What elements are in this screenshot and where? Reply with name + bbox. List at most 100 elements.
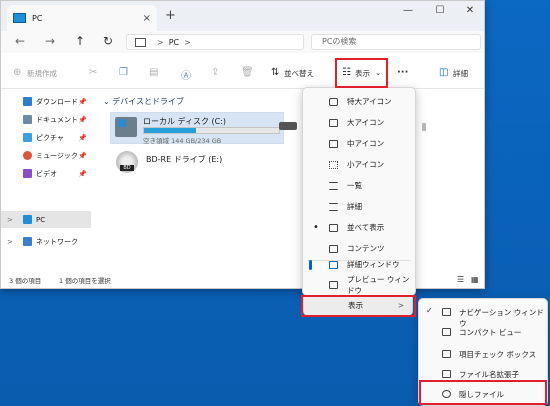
submenu-item-label: 項目チェック ボックス (459, 350, 537, 359)
menu-item-label: 大アイコン (347, 118, 385, 127)
submenu-item-label: ファイル名拡張子 (459, 370, 519, 379)
network-icon (23, 237, 32, 246)
rename-icon[interactable]: Ⓐ (181, 67, 191, 82)
submenu-item-compact-view[interactable]: コンパクト ビュー (419, 321, 547, 343)
delete-icon[interactable]: 🗑 (241, 67, 254, 78)
menu-item-details[interactable]: 詳細 (303, 196, 415, 217)
details-icon (329, 202, 338, 211)
checkbox-icon (442, 350, 451, 358)
copy-icon[interactable]: ❐ (119, 67, 128, 78)
new-tab-button[interactable]: + (165, 8, 176, 23)
more-options-icon[interactable]: ··· (397, 67, 408, 78)
sidebar-item-pictures[interactable]: ピクチャ 📌 (1, 129, 91, 146)
menu-item-label: 表示 (348, 301, 363, 310)
sidebar-item-label: ダウンロード (36, 97, 78, 106)
preview-pane-icon (329, 280, 338, 289)
sort-button-label[interactable]: 並べ替え (284, 68, 314, 79)
menu-item-show[interactable]: 表示 > (303, 296, 413, 316)
menu-item-details-pane[interactable]: 詳細ウィンドウ (303, 254, 415, 275)
drive-c-name: ローカル ディスク (C:) (143, 117, 227, 126)
forward-icon[interactable]: → (45, 34, 55, 48)
details-pane-icon (329, 260, 338, 269)
pin-icon: 📌 (78, 97, 87, 106)
partial-drive-icon[interactable] (279, 122, 297, 130)
eye-icon (442, 390, 451, 398)
menu-item-preview-pane[interactable]: プレビュー ウィンドウ (303, 274, 415, 295)
monitor-icon (135, 37, 146, 47)
tiles-icon (329, 223, 338, 232)
up-icon[interactable]: ↑ (75, 34, 85, 48)
paste-icon[interactable]: ▤ (149, 67, 158, 78)
tiles-view-icon[interactable]: ▦ (471, 275, 479, 284)
refresh-icon[interactable]: ↻ (103, 34, 113, 48)
address-bar[interactable]: > PC > (126, 34, 304, 50)
submenu-item-hidden-items[interactable]: 隠しファイル (419, 383, 547, 405)
details-pane-icon[interactable]: ◫ (439, 67, 448, 78)
sidebar-item-network[interactable]: > ネットワーク (1, 233, 91, 250)
menu-item-large-icons[interactable]: 大アイコン (303, 112, 415, 133)
close-button[interactable]: ✕ (455, 1, 485, 19)
document-icon (23, 115, 32, 124)
drive-c-usage-fill (144, 128, 196, 133)
menu-item-extra-large-icons[interactable]: 特大アイコン (303, 91, 415, 112)
list-icon (329, 181, 338, 190)
menu-item-label: 小アイコン (347, 160, 385, 169)
sidebar-item-music[interactable]: ミュージック 📌 (1, 147, 91, 164)
new-icon[interactable]: ⊕ (13, 67, 21, 78)
menu-item-label: プレビュー ウィンドウ (347, 274, 410, 295)
menu-item-label: コンテンツ (347, 244, 385, 253)
submenu-item-navigation-pane[interactable]: ✓ ナビゲーション ウィンドウ (419, 301, 547, 328)
menu-item-label: 特大アイコン (347, 97, 392, 106)
minimize-button[interactable]: — (393, 1, 423, 19)
view-chevron-icon[interactable]: ⌄ (375, 68, 381, 77)
menu-item-tiles[interactable]: • 並べて表示 (303, 217, 415, 238)
expand-chevron-icon[interactable]: > (7, 238, 13, 246)
sidebar-item-label: ミュージック (36, 151, 78, 160)
download-icon (23, 97, 32, 106)
active-indicator (309, 259, 312, 270)
sidebar-item-label: ビデオ (36, 169, 57, 178)
submenu-item-checkboxes[interactable]: 項目チェック ボックス (419, 343, 547, 365)
menu-item-list[interactable]: 一覧 (303, 175, 415, 196)
drive-e-item[interactable]: BD BD-RE ドライブ (E:) (110, 149, 284, 179)
details-button-label[interactable]: 詳細 (453, 68, 468, 79)
sidebar-item-videos[interactable]: ビデオ 📌 (1, 165, 91, 182)
sidebar-item-documents[interactable]: ドキュメント 📌 (1, 111, 91, 128)
drive-c-free-space: 空き領域 144 GB/234 GB (143, 137, 222, 145)
search-input[interactable]: PCの検索 (311, 34, 481, 50)
tab-close-icon[interactable]: × (143, 13, 151, 24)
details-view-icon[interactable]: ☰ (457, 275, 464, 284)
drive-c-item[interactable]: ローカル ディスク (C:) 空き領域 144 GB/234 GB (110, 112, 284, 145)
pc-icon (13, 13, 26, 23)
menu-item-small-icons[interactable]: 小アイコン (303, 154, 415, 175)
show-submenu: ✓ ナビゲーション ウィンドウ コンパクト ビュー 項目チェック ボックス ファ… (418, 298, 548, 406)
title-bar: PC × + — ☐ ✕ (1, 1, 484, 31)
small-icons-icon (329, 160, 338, 169)
back-icon[interactable]: ← (15, 34, 25, 48)
submenu-item-file-extensions[interactable]: ファイル名拡張子 (419, 363, 547, 385)
tab-pc[interactable]: PC × (7, 5, 157, 31)
sidebar-item-pc[interactable]: > PC (1, 211, 91, 228)
sidebar-item-label: ピクチャ (36, 133, 64, 142)
check-icon: ✓ (426, 306, 433, 315)
view-icon[interactable]: ☷ (342, 67, 351, 78)
share-icon[interactable]: ⇪ (211, 67, 219, 78)
address-chevron-icon[interactable]: > (157, 38, 164, 47)
view-button-label[interactable]: 表示 (355, 68, 370, 79)
sidebar-item-downloads[interactable]: ダウンロード 📌 (1, 93, 91, 110)
expand-chevron-icon[interactable]: > (7, 216, 13, 224)
item-count: 3 個の項目 (9, 277, 42, 285)
new-button-label[interactable]: 新規作成 (27, 68, 57, 79)
breadcrumb-pc[interactable]: PC (169, 38, 179, 47)
cut-icon[interactable]: ✂ (89, 67, 97, 78)
menu-item-medium-icons[interactable]: 中アイコン (303, 133, 415, 154)
sidebar-item-label: ネットワーク (36, 237, 78, 246)
group-header[interactable]: ⌄ デバイスとドライブ (103, 96, 184, 107)
maximize-button[interactable]: ☐ (425, 1, 455, 19)
hard-drive-icon (115, 117, 137, 137)
sidebar-item-label: ドキュメント (36, 115, 78, 124)
breadcrumb-chevron-icon[interactable]: > (184, 38, 191, 47)
windows-logo-icon (118, 119, 126, 127)
sort-icon[interactable]: ⇅ (271, 67, 279, 78)
menu-item-label: 一覧 (347, 181, 362, 190)
